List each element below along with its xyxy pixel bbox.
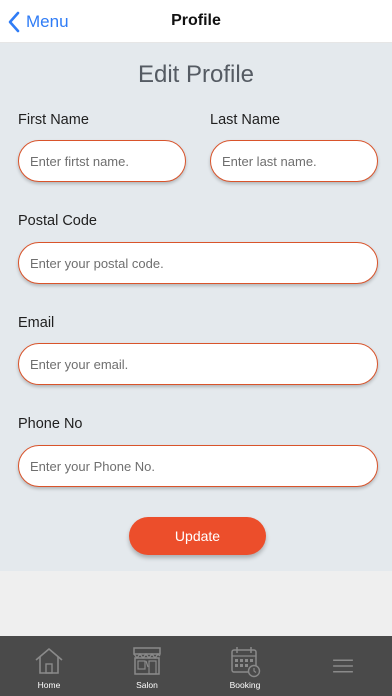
tab-salon-label: Salon [136,680,158,690]
tab-booking[interactable]: Booking [196,636,294,696]
email-label: Email [18,315,55,331]
booking-icon [231,647,261,678]
menu-icon [333,659,353,673]
edit-profile-form: Edit Profile First Name Last Name Postal… [0,43,392,571]
tab-booking-label: Booking [229,680,261,690]
page-title: Profile [171,12,221,29]
last-name-label: Last Name [210,112,281,128]
tab-bar: Home Salon Booking [0,636,392,696]
tab-home[interactable]: Home [0,636,98,696]
salon-icon [133,647,161,675]
home-icon [35,648,63,674]
last-name-input[interactable] [210,140,378,182]
tab-home-label: Home [37,680,61,690]
form-heading: Edit Profile [137,61,255,88]
postal-code-input[interactable] [18,242,378,284]
phone-label: Phone No [18,416,83,432]
postal-code-label: Postal Code [18,213,97,229]
update-button[interactable]: Update [129,517,266,555]
email-input[interactable] [18,343,378,385]
phone-input[interactable] [18,445,378,487]
first-name-label: First Name [18,112,89,128]
first-name-input[interactable] [18,140,186,182]
tab-menu[interactable] [294,636,392,696]
tab-salon[interactable]: Salon [98,636,196,696]
navigation-bar: Menu Profile [0,0,392,43]
